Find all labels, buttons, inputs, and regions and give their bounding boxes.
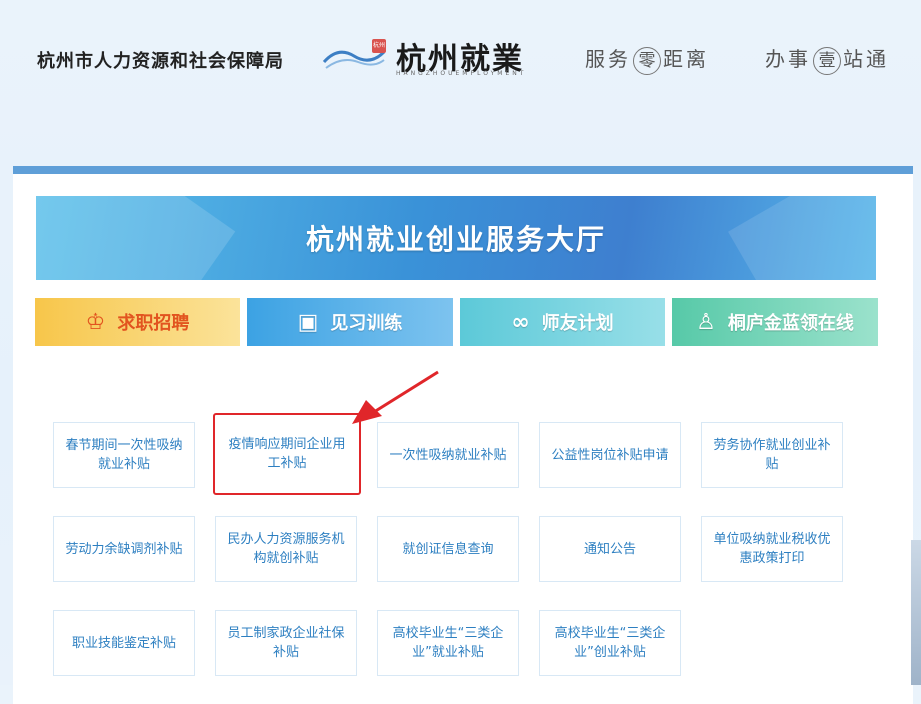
tile-spring-festival-subsidy[interactable]: 春节期间一次性吸纳就业补贴 bbox=[53, 422, 195, 488]
tile-graduate-employment-subsidy[interactable]: 高校毕业生“三类企业”就业补贴 bbox=[377, 610, 519, 676]
tile-certificate-query[interactable]: 就创证信息查询 bbox=[377, 516, 519, 582]
tv-icon: ▣ bbox=[297, 309, 319, 335]
tab-job-recruitment[interactable]: ♔ 求职招聘 bbox=[35, 298, 240, 346]
city-backdrop bbox=[911, 540, 921, 685]
logo-seal: 杭州 bbox=[372, 39, 386, 53]
job-person-icon: ♔ bbox=[85, 309, 106, 335]
people-icon: ♙ bbox=[696, 309, 716, 335]
tile-private-hr-agency-subsidy[interactable]: 民办人力资源服务机构就创补贴 bbox=[215, 516, 357, 582]
tile-tax-preference-print[interactable]: 单位吸纳就业税收优惠政策打印 bbox=[701, 516, 843, 582]
logo-subtitle: HANGZHOUEMPLOYMENT bbox=[396, 70, 527, 77]
tile-notices[interactable]: 通知公告 bbox=[539, 516, 681, 582]
tile-epidemic-employment-subsidy[interactable]: 疫情响应期间企业用工补贴 bbox=[213, 413, 361, 495]
page-header: 杭州市人力资源和社会保障局 杭州 杭州就業 HANGZHOUEMPLOYMENT… bbox=[0, 0, 921, 120]
slogan-zero-distance: 服务零距离 bbox=[585, 43, 709, 75]
tab-mentor-plan[interactable]: ∞ 师友计划 bbox=[460, 298, 665, 346]
tab-tonglu-gold-collar[interactable]: ♙ 桐庐金蓝领在线 bbox=[672, 298, 878, 346]
bureau-name[interactable]: 杭州市人力资源和社会保障局 bbox=[37, 47, 284, 73]
red-arrow-annotation bbox=[352, 370, 439, 424]
category-tabs: ♔ 求职招聘 ▣ 见习训练 ∞ 师友计划 ♙ 桐庐金蓝领在线 bbox=[35, 298, 880, 348]
tile-public-welfare-post-subsidy[interactable]: 公益性岗位补贴申请 bbox=[539, 422, 681, 488]
tile-one-time-absorb-subsidy[interactable]: 一次性吸纳就业补贴 bbox=[377, 422, 519, 488]
service-hall-banner: 杭州就业创业服务大厅 bbox=[36, 196, 876, 280]
banner-title: 杭州就业创业服务大厅 bbox=[305, 223, 606, 256]
tile-graduate-startup-subsidy[interactable]: 高校毕业生“三类企业”创业补贴 bbox=[539, 610, 681, 676]
tab-internship-training[interactable]: ▣ 见习训练 bbox=[247, 298, 453, 346]
link-icon: ∞ bbox=[511, 309, 530, 335]
service-panel: 杭州就业创业服务大厅 ♔ 求职招聘 ▣ 见习训练 ∞ 师友计划 ♙ 桐庐金蓝领在… bbox=[13, 166, 913, 704]
tile-labor-surplus-subsidy[interactable]: 劳动力余缺调剂补贴 bbox=[53, 516, 195, 582]
tile-skill-appraisal-subsidy[interactable]: 职业技能鉴定补贴 bbox=[53, 610, 195, 676]
tile-housekeeping-social-security-subsidy[interactable]: 员工制家政企业社保补贴 bbox=[215, 610, 357, 676]
tile-labor-cooperation-subsidy[interactable]: 劳务协作就业创业补贴 bbox=[701, 422, 843, 488]
slogan-one-stop: 办事壹站通 bbox=[765, 43, 889, 75]
hangzhou-employment-logo[interactable]: 杭州 杭州就業 HANGZHOUEMPLOYMENT bbox=[322, 34, 542, 80]
